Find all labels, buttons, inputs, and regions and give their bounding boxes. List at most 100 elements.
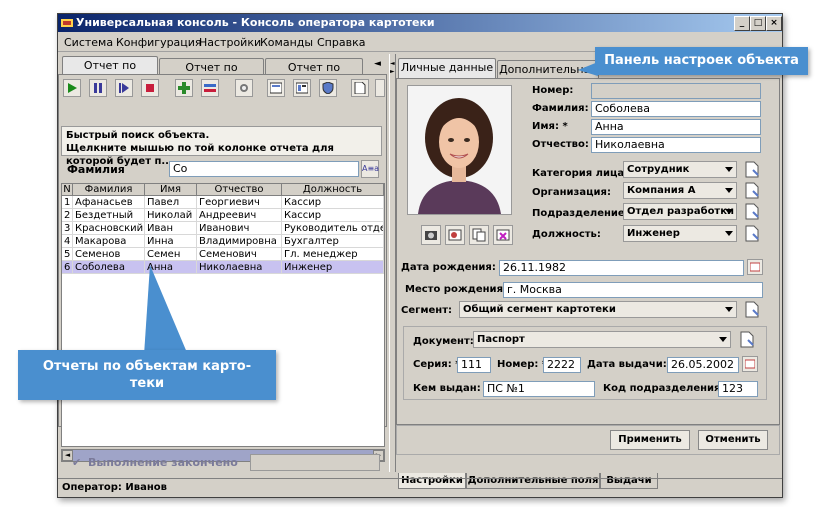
position-edit-icon[interactable] [744, 225, 760, 242]
close-button[interactable]: × [766, 16, 782, 31]
stop-button[interactable] [141, 79, 159, 97]
category-value: Сотрудник [627, 164, 690, 175]
hint-line-1: Быстрый поиск объекта. [66, 130, 210, 141]
cell-n: 6 [62, 261, 73, 274]
print-button[interactable] [351, 79, 369, 97]
callout-settings-panel: Панель настроек объекта [595, 47, 808, 75]
collapse-left-icon[interactable]: ◄ [390, 60, 395, 67]
document-select[interactable]: Паспорт [473, 331, 731, 348]
maximize-button[interactable]: □ [750, 16, 766, 31]
cancel-button[interactable]: Отменить [698, 430, 768, 450]
callout-reports-line-1: Отчеты по объектам карто- [42, 359, 252, 374]
col-header-position[interactable]: Должность [282, 184, 384, 196]
split-divider[interactable]: ◄ ► [389, 54, 396, 472]
issue-date-field[interactable]: 26.05.2002 [667, 357, 739, 373]
security-button[interactable] [319, 79, 337, 97]
apply-button[interactable]: Применить [610, 430, 690, 450]
people-table: N Фамилия Имя Отчество Должность 1 Афана… [61, 183, 385, 447]
cell-surname: Макарова [73, 235, 145, 248]
search-input[interactable]: Со [169, 161, 359, 177]
cell-position: Инженер [282, 261, 384, 274]
col-header-name[interactable]: Имя [145, 184, 197, 196]
dept-code-field[interactable]: 123 [718, 381, 758, 397]
play-icon [68, 83, 77, 93]
cell-name: Инна [145, 235, 197, 248]
view-details-button[interactable] [293, 79, 311, 97]
gear-icon [240, 84, 248, 92]
play-button[interactable] [63, 79, 81, 97]
doc-number-field[interactable]: 2222 [543, 357, 581, 373]
segment-label: Сегмент: [401, 305, 453, 316]
stop-icon [146, 84, 154, 92]
org-select[interactable]: Компания А [623, 182, 737, 199]
copy-photo-icon [472, 228, 486, 242]
cell-n: 3 [62, 222, 73, 235]
table-row[interactable]: 4 Макарова Инна Владимировна Бухгалтер [62, 235, 384, 248]
menu-settings[interactable]: Настройки [199, 36, 261, 49]
birth-date-calendar-button[interactable] [747, 259, 763, 275]
col-header-surname[interactable]: Фамилия [73, 184, 145, 196]
cell-name: Николай [145, 209, 197, 222]
cell-patronymic: Иванович [197, 222, 282, 235]
menu-commands[interactable]: Команды [260, 36, 313, 49]
photo-camera-button[interactable] [421, 225, 441, 245]
category-select[interactable]: Сотрудник [623, 161, 737, 178]
segment-value: Общий сегмент картотеки [463, 304, 616, 315]
position-value: Инженер [627, 228, 680, 239]
minimize-button[interactable]: _ [734, 16, 750, 31]
search-label: Фамилия [67, 163, 125, 176]
org-value: Компания А [627, 185, 696, 196]
table-row[interactable]: 2 Бездетный Николай Андреевич Кассир [62, 209, 384, 222]
collapse-right-icon[interactable]: ► [390, 68, 395, 75]
position-select[interactable]: Инженер [623, 225, 737, 242]
app-window: Универсальная консоль - Консоль оператор… [57, 13, 783, 498]
remove-record-button[interactable] [201, 79, 219, 97]
table-row[interactable]: 1 Афанасьев Павел Георгиевич Кассир [62, 196, 384, 209]
segment-edit-icon[interactable] [744, 301, 760, 318]
surname-field[interactable]: Соболева [591, 101, 761, 117]
photo-delete-button[interactable] [493, 225, 513, 245]
photo-load-button[interactable] [445, 225, 465, 245]
cell-surname: Соболева [73, 261, 145, 274]
issue-date-calendar-button[interactable] [742, 356, 758, 372]
table-row[interactable]: 3 Красновский Иван Иванович Руководитель… [62, 222, 384, 235]
menu-configuration[interactable]: Конфигурация [116, 36, 202, 49]
number-field[interactable] [591, 83, 761, 99]
segment-select[interactable]: Общий сегмент картотеки [459, 301, 737, 318]
birth-place-field[interactable]: г. Москва [503, 282, 763, 298]
tabs-scroll-icon[interactable]: ◄ [374, 59, 381, 69]
patronymic-field[interactable]: Николаевна [591, 137, 761, 153]
series-field[interactable]: 111 [457, 357, 491, 373]
tab-people-report[interactable]: Отчет по людям [62, 56, 158, 89]
birth-date-field[interactable]: 26.11.1982 [499, 260, 744, 276]
document-edit-icon[interactable] [739, 331, 755, 348]
org-edit-icon[interactable] [744, 182, 760, 199]
cell-position: Кассир [282, 209, 384, 222]
pause-button[interactable] [89, 79, 107, 97]
settings-button[interactable] [235, 79, 253, 97]
remove-icon [204, 84, 216, 92]
toolbar-more-button[interactable] [375, 79, 385, 97]
category-edit-icon[interactable] [744, 161, 760, 178]
step-button[interactable] [115, 79, 133, 97]
view-card-button[interactable] [267, 79, 285, 97]
add-record-button[interactable] [175, 79, 193, 97]
photo-copy-button[interactable] [469, 225, 489, 245]
name-field[interactable]: Анна [591, 119, 761, 135]
left-status: ✔ Выполнение закончено [60, 452, 382, 472]
col-header-n[interactable]: N [62, 184, 73, 196]
issued-by-field[interactable]: ПС №1 [483, 381, 595, 397]
cell-position: Бухгалтер [282, 235, 384, 248]
tab-personal-data[interactable]: Личные данные [398, 58, 496, 78]
table-row[interactable]: 5 Семенов Семен Семенович Гл. менеджер [62, 248, 384, 261]
search-mode-button[interactable]: A≡a [361, 160, 379, 178]
col-header-patronymic[interactable]: Отчество [197, 184, 282, 196]
table-row-selected[interactable]: 6 Соболева Анна Николаевна Инженер [62, 261, 384, 274]
menu-system[interactable]: Система [64, 36, 113, 49]
menu-help[interactable]: Справка [317, 36, 365, 49]
dept-edit-icon[interactable] [744, 203, 760, 220]
callout-reports: Отчеты по объектам карто- теки [18, 350, 276, 400]
status-bar: Оператор: Иванов [58, 478, 782, 497]
dept-select[interactable]: Отдел разработки [623, 203, 737, 220]
document-value: Паспорт [477, 334, 525, 345]
